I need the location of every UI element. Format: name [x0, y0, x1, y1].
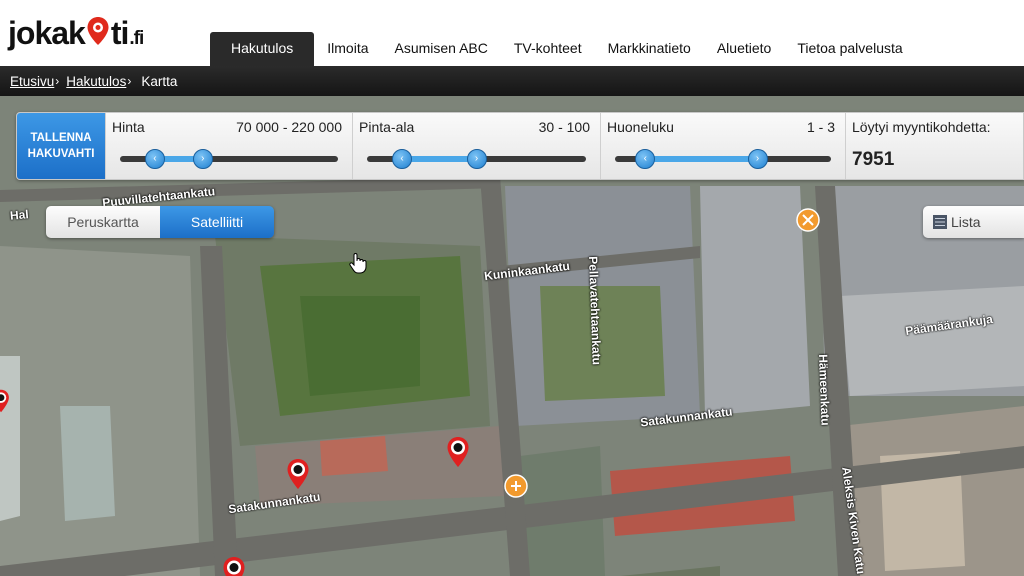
rooms-max-handle[interactable]: ›: [747, 149, 768, 169]
price-max-handle[interactable]: ›: [192, 149, 213, 169]
area-max-handle[interactable]: ›: [466, 149, 487, 169]
area-range-value: 30 - 100: [538, 119, 590, 135]
map-type-toggle: Peruskartta Satelliitti: [46, 206, 274, 238]
area-slider-track[interactable]: ‹ ›: [367, 149, 586, 169]
price-range-value: 70 000 - 220 000: [236, 119, 342, 135]
street-label: Hämeenkatu: [816, 354, 833, 426]
save-button-label: HAKUVAHTI: [27, 148, 95, 160]
nav-tab-hakutulos[interactable]: Hakutulos: [210, 32, 315, 66]
site-logo[interactable]: jokak ti .fi: [8, 14, 144, 52]
logo-text: jokak: [8, 15, 86, 51]
breadcrumb-results[interactable]: Hakutulos: [66, 74, 126, 89]
result-count: 7951: [852, 149, 895, 170]
area-slider-fill: [402, 156, 477, 162]
rooms-slider-track[interactable]: ‹ ›: [615, 149, 831, 169]
save-search-alert-button[interactable]: TALLENNA HAKUVAHTI: [17, 113, 105, 179]
hand-cursor-icon: [349, 253, 367, 274]
price-label: Hinta: [112, 119, 145, 135]
list-icon: [933, 215, 947, 229]
rooms-slider-fill: [645, 156, 758, 162]
price-filter: Hinta 70 000 - 220 000 ‹ ›: [105, 113, 352, 179]
poi-orange-icon[interactable]: [796, 208, 820, 232]
area-filter: Pinta-ala 30 - 100 ‹ ›: [352, 113, 600, 179]
nav-tab-asumisen-abc[interactable]: Asumisen ABC: [382, 32, 501, 66]
breadcrumb: Etusivu › Hakutulos › Kartta: [0, 66, 1024, 96]
area-min-handle[interactable]: ‹: [392, 149, 413, 169]
area-label: Pinta-ala: [359, 119, 415, 135]
breadcrumb-separator: ›: [55, 74, 60, 88]
breadcrumb-separator: ›: [127, 74, 132, 88]
result-count-box: Löytyi myyntikohdetta: 7951: [845, 113, 1023, 179]
rooms-range-value: 1 - 3: [806, 119, 835, 135]
logo-text: ti: [110, 15, 130, 51]
logo-domain: .fi: [129, 28, 144, 49]
main-nav: Hakutulos Ilmoita Asumisen ABC TV-kohtee…: [210, 32, 916, 66]
nav-tab-tv-kohteet[interactable]: TV-kohteet: [501, 32, 595, 66]
nav-tab-ilmoita[interactable]: Ilmoita: [314, 32, 381, 66]
list-view-button[interactable]: Lista: [923, 206, 1024, 238]
result-label: Löytyi myyntikohdetta:: [852, 119, 991, 135]
logo-pin-icon: [86, 14, 110, 45]
list-view-label: Lista: [951, 214, 981, 230]
price-slider-track[interactable]: ‹ ›: [120, 149, 338, 169]
rooms-filter: Huoneluku 1 - 3 ‹ ›: [600, 113, 845, 179]
nav-tab-aluetieto[interactable]: Aluetieto: [704, 32, 784, 66]
nav-tab-markkinatieto[interactable]: Markkinatieto: [595, 32, 704, 66]
price-min-handle[interactable]: ‹: [144, 149, 165, 169]
breadcrumb-current: Kartta: [141, 73, 178, 89]
listing-marker-icon[interactable]: [446, 436, 470, 468]
listing-marker-icon[interactable]: [0, 388, 10, 414]
poi-orange-icon[interactable]: [504, 474, 528, 498]
map-type-satellite-button[interactable]: Satelliitti: [160, 206, 274, 238]
listing-marker-icon[interactable]: [286, 458, 310, 490]
listing-marker-icon[interactable]: [222, 556, 246, 576]
search-filters-panel: TALLENNA HAKUVAHTI Hinta 70 000 - 220 000…: [16, 112, 1024, 180]
site-header: jokak ti .fi Hakutulos Ilmoita Asumisen …: [0, 0, 1024, 66]
map-type-basic-button[interactable]: Peruskartta: [46, 206, 160, 238]
save-button-label: TALLENNA: [30, 132, 92, 144]
rooms-min-handle[interactable]: ‹: [635, 149, 656, 169]
rooms-label: Huoneluku: [607, 119, 674, 135]
nav-tab-tietoa-palvelusta[interactable]: Tietoa palvelusta: [784, 32, 915, 66]
street-label: Hal: [9, 207, 30, 223]
breadcrumb-home[interactable]: Etusivu: [10, 74, 54, 89]
